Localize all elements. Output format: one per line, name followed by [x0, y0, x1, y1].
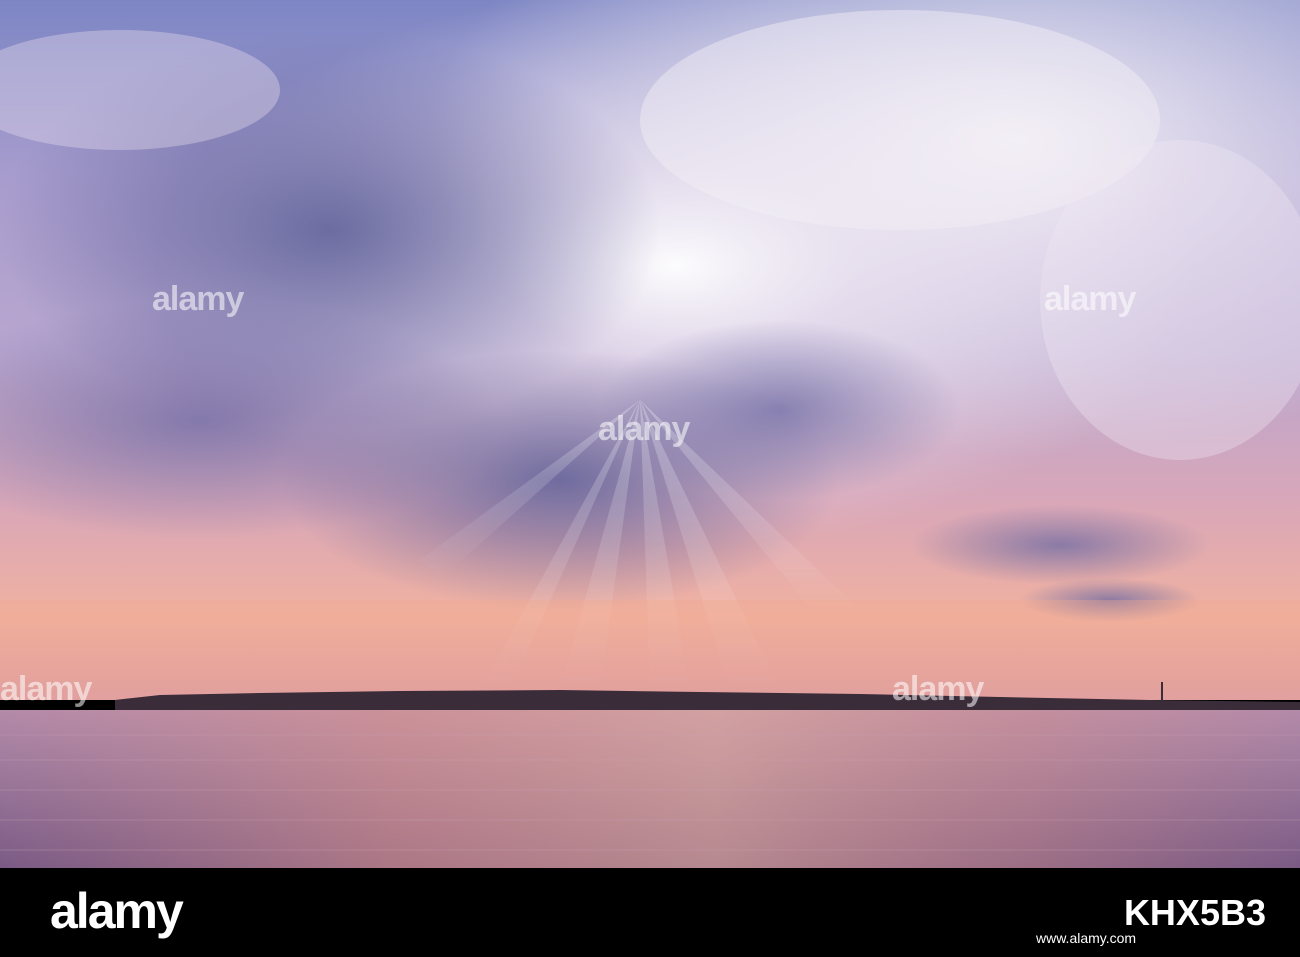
- alamy-logo: alamy: [50, 883, 184, 939]
- image-id: KHX5B3: [1123, 892, 1266, 933]
- scene-svg: [0, 0, 1300, 868]
- sunset-lake-photo: alamy alamy alamy alamy alamy: [0, 0, 1300, 868]
- footer-url: www.alamy.com: [1036, 930, 1137, 946]
- footer-bar: alamy www.alamy.com KHX5B3: [0, 868, 1300, 957]
